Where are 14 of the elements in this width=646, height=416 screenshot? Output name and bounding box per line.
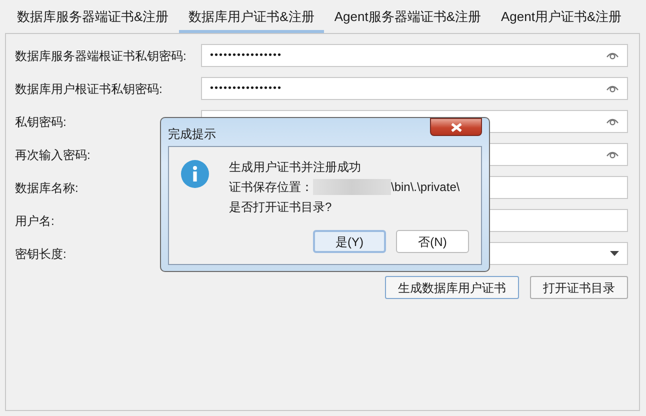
password-dots: •••••••••••••••• xyxy=(210,49,282,63)
field-label: 数据库名称: xyxy=(15,180,80,196)
message-line: 生成用户证书并注册成功 xyxy=(229,159,362,175)
dialog-title: 完成提示 xyxy=(168,126,216,143)
field-label: 密钥长度: xyxy=(15,246,68,262)
field-label: 数据库用户根证书私钥密码: xyxy=(15,80,164,98)
message-line: 是否打开证书目录? xyxy=(229,199,333,215)
path-text: \bin\.\private\ xyxy=(391,179,460,195)
field-label: 数据库服务器端根证书私钥密码: xyxy=(15,48,188,64)
path-label: 证书保存位置： xyxy=(229,179,313,195)
field-label: 用户名: xyxy=(15,212,56,230)
field-label: 再次输入密码: xyxy=(15,146,92,164)
password-dots: •••••••••••••••• xyxy=(210,82,282,96)
field-label: 私钥密码: xyxy=(15,114,68,130)
